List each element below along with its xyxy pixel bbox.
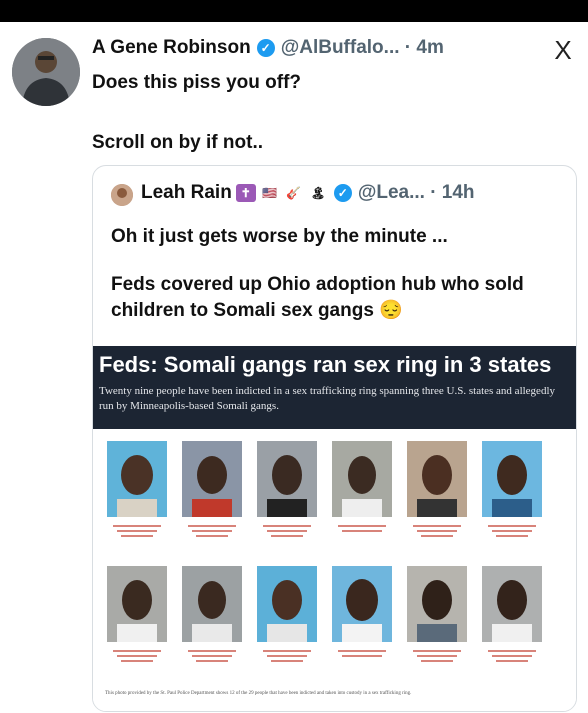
quoted-post-header: Leah Rain ✝ 🇺🇸 🎸 🏝 ✓ @Lea... · 14h [141, 182, 571, 204]
article-footer-caption: This photo provided by the St. Paul Poli… [105, 691, 412, 696]
cross-emoji-icon: ✝ [235, 184, 256, 202]
verified-badge-icon: ✓ [256, 39, 275, 57]
quoted-post[interactable]: Leah Rain ✝ 🇺🇸 🎸 🏝 ✓ @Lea... · 14h Oh it… [92, 165, 577, 712]
quoted-author-name[interactable]: Leah Rain [141, 182, 232, 204]
author-avatar[interactable] [12, 38, 80, 106]
author-name[interactable]: A Gene Robinson [92, 37, 251, 59]
us-flag-emoji-icon: 🇺🇸 [262, 186, 278, 200]
post-line-2: Scroll on by if not.. [92, 132, 263, 153]
quoted-author-avatar[interactable] [111, 184, 133, 206]
quoted-para-2: Feds covered up Ohio adoption hub who so… [111, 274, 524, 321]
top-black-bar [0, 0, 588, 22]
guitar-emoji-icon: 🎸 [286, 186, 302, 200]
close-icon[interactable]: X [551, 36, 575, 64]
article-image[interactable]: Feds: Somali gangs ran sex ring in 3 sta… [93, 346, 576, 711]
quoted-post-text: Oh it just gets worse by the minute ... … [111, 224, 566, 324]
quoted-verified-badge-icon: ✓ [333, 184, 352, 202]
quoted-handle-time[interactable]: @Lea... · 14h [358, 182, 475, 204]
quoted-para-1: Oh it just gets worse by the minute ... [111, 226, 448, 247]
island-emoji-icon: 🏝 [310, 186, 326, 200]
post-text: Does this piss you off? Scroll on by if … [92, 71, 572, 155]
post-line-1: Does this piss you off? [92, 72, 302, 93]
author-handle-time[interactable]: @AlBuffalo... · 4m [281, 37, 444, 59]
mugshot-captions [113, 525, 536, 662]
post-header: A Gene Robinson ✓ @AlBuffalo... · 4m [92, 37, 532, 59]
